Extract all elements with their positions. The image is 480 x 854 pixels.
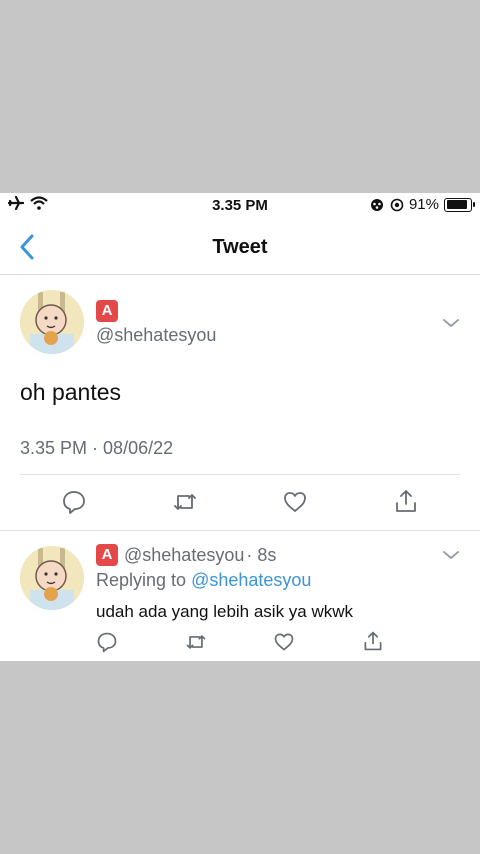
tweet-time: 3.35 PM: [20, 438, 88, 458]
nav-bar: Tweet: [0, 219, 480, 275]
retweet-icon[interactable]: [185, 631, 207, 653]
badge-a: A: [96, 544, 118, 566]
tweet-timestamp: 3.35 PM · 08/06/22: [20, 438, 173, 459]
avatar[interactable]: [20, 290, 84, 354]
divider: [0, 530, 480, 531]
battery-percent: 91%: [408, 196, 439, 213]
replying-label: Replying to: [96, 570, 187, 590]
battery-icon: [444, 197, 475, 212]
location-icon: [390, 198, 404, 212]
tweet-text: oh pantes: [20, 379, 122, 405]
share-icon[interactable]: [393, 488, 419, 514]
chevron-down-icon[interactable]: [442, 549, 460, 561]
status-bar: 3.35 PM 91%: [0, 193, 480, 219]
tweet-handle[interactable]: @shehatesyou: [96, 325, 216, 346]
reply-header: A @shehatesyou · 8s: [96, 544, 276, 566]
reply-age: · 8s: [246, 544, 277, 565]
status-right: 91%: [369, 196, 475, 213]
reply-icon[interactable]: [96, 631, 118, 653]
reply-icon[interactable]: [61, 489, 87, 515]
replying-to-link[interactable]: @shehatesyou: [191, 570, 311, 590]
replying-to: Replying to @shehatesyou: [96, 570, 311, 591]
tweet-date: 08/06/22: [103, 438, 174, 458]
share-icon[interactable]: [362, 630, 384, 652]
reply-avatar[interactable]: [20, 546, 84, 610]
timestamp-separator: ·: [87, 438, 104, 458]
like-icon[interactable]: [282, 489, 308, 515]
like-icon[interactable]: [273, 631, 295, 653]
chevron-down-icon[interactable]: [442, 317, 460, 329]
badge-a: A: [96, 300, 118, 322]
tweet-screen: 3.35 PM 91% Tweet A @shehatesyou oh pant…: [0, 193, 480, 661]
retweet-icon[interactable]: [172, 489, 198, 515]
divider: [20, 474, 460, 475]
reply-text: udah ada yang lebih asik ya wkwk: [96, 602, 354, 621]
page-title: Tweet: [212, 236, 268, 258]
vpn-icon: [369, 198, 385, 212]
reply-handle[interactable]: @shehatesyou: [124, 545, 244, 566]
